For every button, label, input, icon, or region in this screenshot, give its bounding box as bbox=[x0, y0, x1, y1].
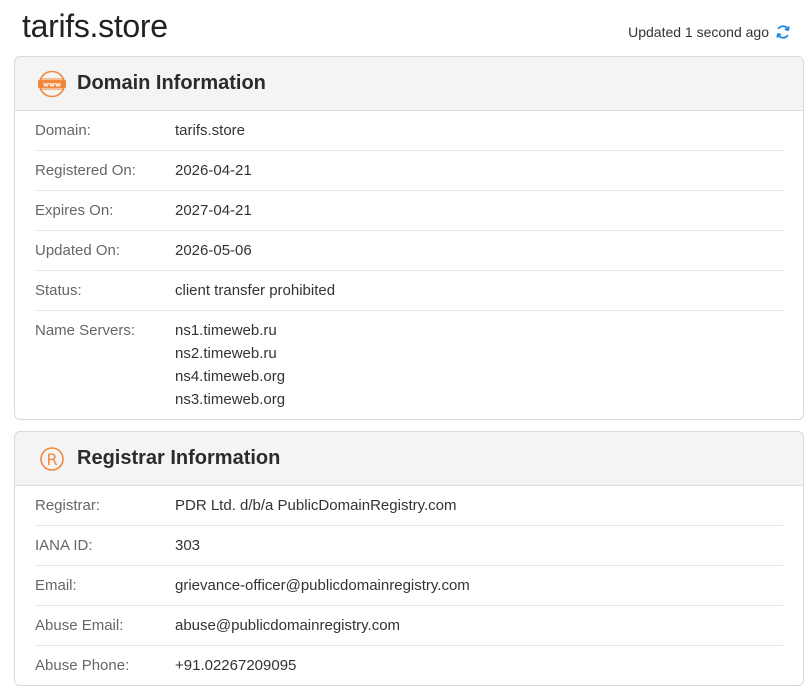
refresh-icon[interactable] bbox=[775, 24, 791, 40]
www-icon: www bbox=[37, 69, 67, 99]
page-title: tarifs.store bbox=[22, 8, 168, 44]
domain-label: Domain: bbox=[35, 122, 91, 139]
iana-id-value: 303 bbox=[175, 537, 201, 554]
name-server-item: ns2.timeweb.ru bbox=[175, 345, 277, 362]
email-row: Email: grievance-officer@publicdomainreg… bbox=[35, 566, 783, 606]
updated-on-row: Updated On: 2026-05-06 bbox=[35, 231, 783, 271]
registrar-row: Registrar: PDR Ltd. d/b/a PublicDomainRe… bbox=[35, 486, 783, 526]
iana-id-label: IANA ID: bbox=[35, 537, 93, 554]
registrar-information-card: R Registrar Information Registrar: PDR L… bbox=[14, 431, 804, 686]
registered-on-value: 2026-04-21 bbox=[175, 162, 252, 179]
abuse-email-label: Abuse Email: bbox=[35, 617, 124, 634]
expires-on-label: Expires On: bbox=[35, 202, 114, 219]
name-servers-row: Name Servers: ns1.timeweb.ru ns2.timeweb… bbox=[35, 311, 783, 419]
svg-text:R: R bbox=[46, 450, 57, 469]
abuse-phone-label: Abuse Phone: bbox=[35, 657, 130, 674]
expires-on-value: 2027-04-21 bbox=[175, 202, 252, 219]
registered-on-label: Registered On: bbox=[35, 162, 136, 179]
updated-on-label: Updated On: bbox=[35, 242, 121, 259]
registrar-label: Registrar: bbox=[35, 497, 101, 514]
expires-on-row: Expires On: 2027-04-21 bbox=[35, 191, 783, 231]
update-status: Updated 1 second ago bbox=[628, 24, 791, 40]
iana-id-row: IANA ID: 303 bbox=[35, 526, 783, 566]
registered-on-row: Registered On: 2026-04-21 bbox=[35, 151, 783, 191]
name-server-item: ns1.timeweb.ru bbox=[175, 322, 277, 339]
name-servers-label: Name Servers: bbox=[35, 322, 136, 339]
abuse-phone-row: Abuse Phone: +91.02267209095 bbox=[35, 646, 783, 685]
status-row: Status: client transfer prohibited bbox=[35, 271, 783, 311]
domain-row: Domain: tarifs.store bbox=[35, 111, 783, 151]
domain-card-header: www Domain Information bbox=[15, 57, 803, 111]
name-servers-list: ns1.timeweb.ru ns2.timeweb.ru ns4.timewe… bbox=[175, 319, 285, 411]
svg-text:www: www bbox=[43, 80, 61, 88]
registrar-card-header: R Registrar Information bbox=[15, 432, 803, 486]
abuse-phone-value: +91.02267209095 bbox=[175, 657, 297, 674]
domain-value: tarifs.store bbox=[175, 122, 246, 139]
name-server-item: ns3.timeweb.org bbox=[175, 391, 286, 408]
updated-on-value: 2026-05-06 bbox=[175, 242, 252, 259]
name-server-item: ns4.timeweb.org bbox=[175, 368, 286, 385]
registrar-value: PDR Ltd. d/b/a PublicDomainRegistry.com bbox=[175, 497, 457, 514]
status-value: client transfer prohibited bbox=[175, 282, 336, 299]
domain-information-card: www Domain Information Domain: tarifs.st… bbox=[14, 56, 804, 420]
status-label: Status: bbox=[35, 282, 82, 299]
domain-card-title: Domain Information bbox=[77, 72, 266, 94]
abuse-email-value: abuse@publicdomainregistry.com bbox=[175, 617, 401, 634]
registered-icon: R bbox=[37, 444, 67, 474]
email-value: grievance-officer@publicdomainregistry.c… bbox=[175, 577, 470, 594]
top-bar: tarifs.store Updated 1 second ago bbox=[0, 0, 807, 56]
email-label: Email: bbox=[35, 577, 77, 594]
registrar-card-title: Registrar Information bbox=[77, 447, 281, 469]
updated-text: Updated 1 second ago bbox=[628, 24, 769, 40]
abuse-email-row: Abuse Email: abuse@publicdomainregistry.… bbox=[35, 606, 783, 646]
